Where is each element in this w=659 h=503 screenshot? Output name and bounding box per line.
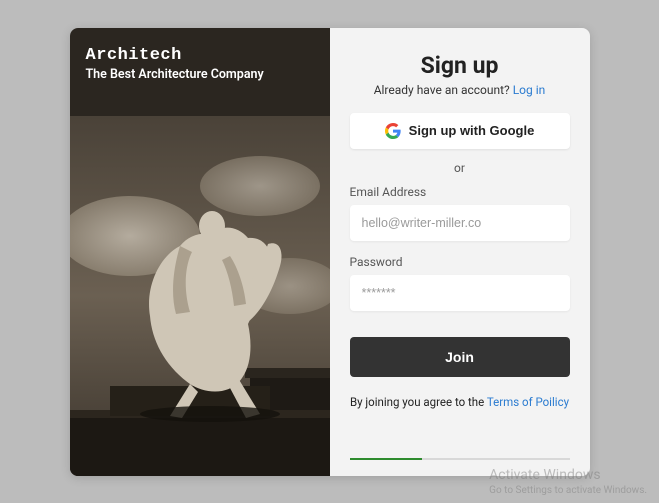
have-account-text: Already have an account? Log in: [350, 83, 570, 97]
password-label: Password: [350, 255, 570, 269]
join-button[interactable]: Join: [350, 337, 570, 377]
signup-title: Sign up: [350, 52, 570, 79]
google-icon: [385, 123, 401, 139]
brand-tagline: The Best Architecture Company: [86, 67, 314, 82]
signup-card: Architech The Best Architecture Company: [70, 28, 590, 476]
hero-panel: Architech The Best Architecture Company: [70, 28, 330, 476]
password-input[interactable]: [350, 275, 570, 311]
hero-statue-image: [70, 116, 330, 476]
watermark-line2: Go to Settings to activate Windows.: [489, 484, 647, 497]
email-input[interactable]: [350, 205, 570, 241]
progress-fill: [350, 458, 423, 460]
google-signup-button[interactable]: Sign up with Google: [350, 113, 570, 149]
email-label: Email Address: [350, 185, 570, 199]
login-link[interactable]: Log in: [513, 83, 546, 97]
divider-or: or: [350, 161, 570, 175]
terms-text: By joining you agree to the Terms of Poi…: [350, 395, 570, 409]
signup-form-panel: Sign up Already have an account? Log in …: [330, 28, 590, 476]
terms-link[interactable]: Terms of Poilicy: [487, 395, 569, 409]
progress-bar: [350, 458, 570, 460]
brand-title: Architech: [86, 46, 314, 65]
google-signup-label: Sign up with Google: [409, 123, 535, 138]
have-account-prefix: Already have an account?: [374, 83, 513, 97]
terms-prefix: By joining you agree to the: [350, 395, 487, 409]
